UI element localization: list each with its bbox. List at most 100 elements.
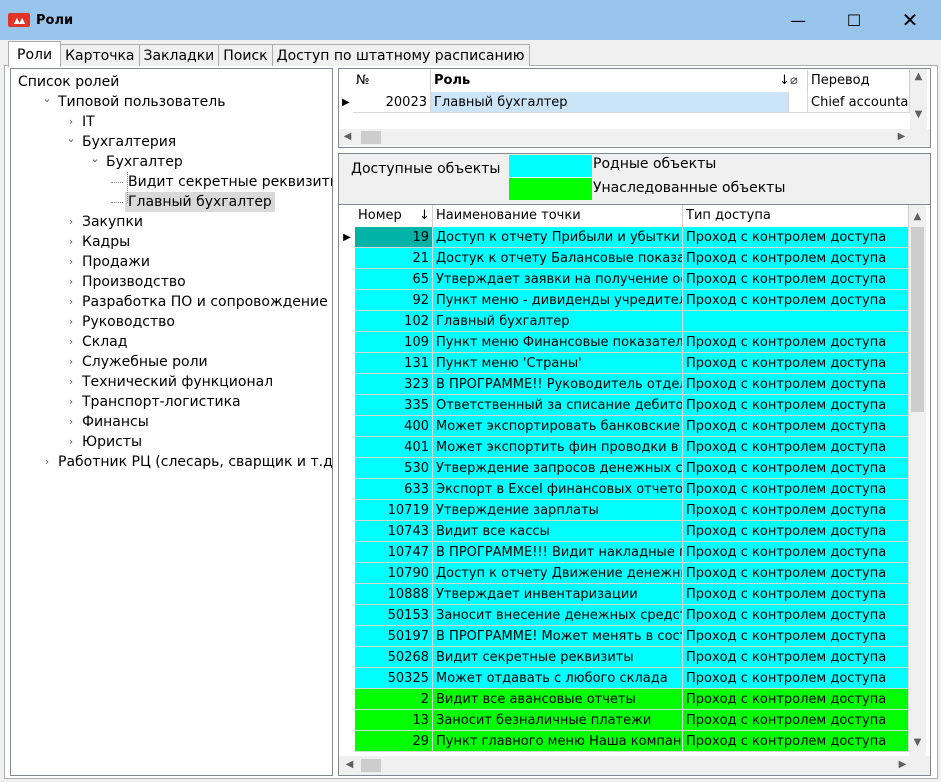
chevron-right-icon[interactable]: › [63,392,79,412]
chevron-right-icon[interactable]: › [63,292,79,312]
chevron-right-icon[interactable]: › [63,412,79,432]
scroll-down-icon[interactable]: ▼ [909,737,926,748]
scroll-up-icon[interactable]: ▲ [910,71,927,82]
tree-item[interactable]: › Финансы [63,412,152,432]
tab-search[interactable]: Поиск [218,44,273,66]
table-row[interactable]: 400 Может экспортировать банковские кр Про… [339,416,909,437]
tab-strip: Роли Карточка Закладки Поиск Доступ по ш… [8,41,530,67]
chevron-down-icon[interactable]: ⌄ [87,149,103,169]
roles-scroll-thumb[interactable] [361,131,381,144]
tree-item[interactable]: › Продажи [63,252,153,272]
access-cell: Проход с контролем доступа [683,353,909,374]
objects-h-scroll-thumb[interactable] [361,759,381,772]
chevron-right-icon[interactable]: › [63,332,79,352]
chevron-down-icon[interactable]: ⌄ [39,89,55,109]
table-row[interactable]: 102 Главный бухгалтер [339,311,909,332]
close-button[interactable]: ✕ [882,0,938,40]
table-row[interactable]: 50325 Может отдавать с любого склада Прохо… [339,668,909,689]
tree-item[interactable]: Видит секретные реквизиты [111,172,332,192]
row-indicator [339,395,355,416]
column-header-name[interactable]: Наименование точки [433,205,683,227]
table-row[interactable]: 10719 Утверждение зарплаты Проход с контро… [339,500,909,521]
table-row[interactable]: 50153 Заносит внесение денежных средств Пр… [339,605,909,626]
table-row[interactable]: ▶ 19 Доступ к отчету Прибыли и убытки Прохо… [339,227,909,248]
chevron-right-icon[interactable]: › [63,352,79,372]
objects-horizontal-scrollbar[interactable]: ◀ ▶ [339,756,930,775]
table-row[interactable]: 530 Утверждение запросов денежных сум Прох… [339,458,909,479]
scroll-left-icon[interactable]: ◀ [339,131,356,142]
chevron-right-icon[interactable]: › [63,252,79,272]
table-row[interactable]: 10747 В ПРОГРАММЕ!!! Видит накладные по Пр… [339,542,909,563]
chevron-right-icon[interactable]: › [39,452,55,472]
chevron-right-icon[interactable]: › [63,432,79,452]
scroll-up-icon[interactable]: ▲ [909,211,926,222]
table-row[interactable]: 10888 Утверждает инвентаризации Проход с к… [339,584,909,605]
table-row[interactable]: 2 Видит все авансовые отчеты Проход с конт… [339,689,909,710]
table-row[interactable]: 335 Ответственный за списание дебитор Прох… [339,395,909,416]
column-header-access[interactable]: Тип доступа [683,205,909,227]
table-row[interactable]: ▶ 20023 Главный бухгалтер Chief accounta… [339,92,929,113]
column-header-translation[interactable]: Перевод [808,70,910,92]
objects-scroll-thumb[interactable] [911,227,924,412]
table-row[interactable]: 10790 Доступ к отчету Движение денежных с… [339,563,909,584]
column-header-role[interactable]: Роль ↓ ⌀ [431,70,808,92]
row-pointer-icon: ▶ [339,227,355,248]
objects-grid[interactable]: Номер ↓ Наименование точки Тип доступа ▶… [338,204,931,776]
column-header-num[interactable]: № [353,70,431,92]
table-row[interactable]: 633 Экспорт в Excel финансовых отчетов Про… [339,479,909,500]
objects-rows: ▶ 19 Доступ к отчету Прибыли и убытки Прохо… [339,227,909,755]
minimize-button[interactable]: — [770,0,826,40]
roles-tree[interactable]: ⌄Список ролей⌄Типовой пользователь›IT⌄Бу… [10,68,333,776]
tree-item[interactable]: › Технический функционал [63,372,276,392]
name-cell: Пункт меню - дивиденды учредителям [433,290,683,311]
tree-item[interactable]: ⌄ Бухгалтерия [63,132,179,152]
tree-item[interactable]: › Транспорт-логистика [63,392,244,412]
roles-grid[interactable]: № Роль ↓ ⌀ Перевод ▶ 20023 Главный бухга… [338,68,931,148]
chevron-right-icon[interactable]: › [63,272,79,292]
table-row[interactable]: 131 Пункт меню 'Страны' Проход с контролем… [339,353,909,374]
table-row[interactable]: 323 В ПРОГРАММЕ!! Руководитель отдела Прох… [339,374,909,395]
table-row[interactable]: 65 Утверждает заявки на получение осн Прох… [339,269,909,290]
tree-item[interactable]: › Склад [63,332,130,352]
tree-item[interactable]: ⌄ Бухгалтер [87,152,186,172]
tab-staffing-access[interactable]: Доступ по штатному расписанию [271,44,530,66]
roles-horizontal-scrollbar[interactable]: ◀ ▶ [339,129,930,146]
scroll-right-icon[interactable]: ▶ [893,131,910,142]
roles-vertical-scrollbar[interactable]: ▲ ▼ [910,69,927,129]
table-row[interactable]: 10743 Видит все кассы Проход с контролем д… [339,521,909,542]
scroll-left-icon[interactable]: ◀ [341,759,358,770]
table-row[interactable]: 50197 В ПРОГРАММЕ! Может менять в состо Пр… [339,626,909,647]
tree-item[interactable]: › Кадры [63,232,133,252]
table-row[interactable]: 50268 Видит секретные реквизиты Проход с к… [339,647,909,668]
table-row[interactable]: 13 Заносит безналичные платежи Проход с ко… [339,710,909,731]
tree-item[interactable]: › Разработка ПО и сопровождение [63,292,331,312]
scroll-down-icon[interactable]: ▼ [910,109,927,120]
tree-item[interactable]: ⌄Список ролей [15,72,122,92]
table-row[interactable]: 401 Может экспортить фин проводки в Ex Про… [339,437,909,458]
table-row[interactable]: 29 Пункт главного меню Наша компания Прохо… [339,731,909,752]
objects-vertical-scrollbar[interactable]: ▲ ▼ [909,205,926,758]
tab-roles[interactable]: Роли [8,41,62,67]
tree-item[interactable]: › Служебные роли [63,352,211,372]
chevron-right-icon[interactable]: › [63,212,79,232]
chevron-right-icon[interactable]: › [63,232,79,252]
tree-item[interactable]: Главный бухгалтер [111,192,275,212]
table-row[interactable]: 21 Достук к отчету Балансовые показат Прох… [339,248,909,269]
chevron-right-icon[interactable]: › [63,372,79,392]
chevron-right-icon[interactable]: › [63,312,79,332]
tree-item[interactable]: › Закупки [63,212,146,232]
tree-item[interactable]: › Работник РЦ (слесарь, сварщик и т.д.) [39,452,332,472]
table-row[interactable]: 92 Пункт меню - дивиденды учредителям Прох… [339,290,909,311]
tree-item[interactable]: › Производство [63,272,189,292]
column-header-number[interactable]: Номер ↓ [355,205,433,227]
tree-item[interactable]: ⌄ Типовой пользователь [39,92,228,112]
tab-bookmarks[interactable]: Закладки [138,44,220,66]
tab-card[interactable]: Карточка [60,44,140,66]
chevron-down-icon[interactable]: ⌄ [63,129,79,149]
tree-item[interactable]: › Юристы [63,432,145,452]
number-cell: 323 [355,374,433,395]
scroll-right-icon[interactable]: ▶ [894,759,911,770]
table-row[interactable]: 109 Пункт меню Финансовые показатели Прохо… [339,332,909,353]
tree-item[interactable]: › Руководство [63,312,178,332]
maximize-button[interactable]: ☐ [826,0,882,40]
